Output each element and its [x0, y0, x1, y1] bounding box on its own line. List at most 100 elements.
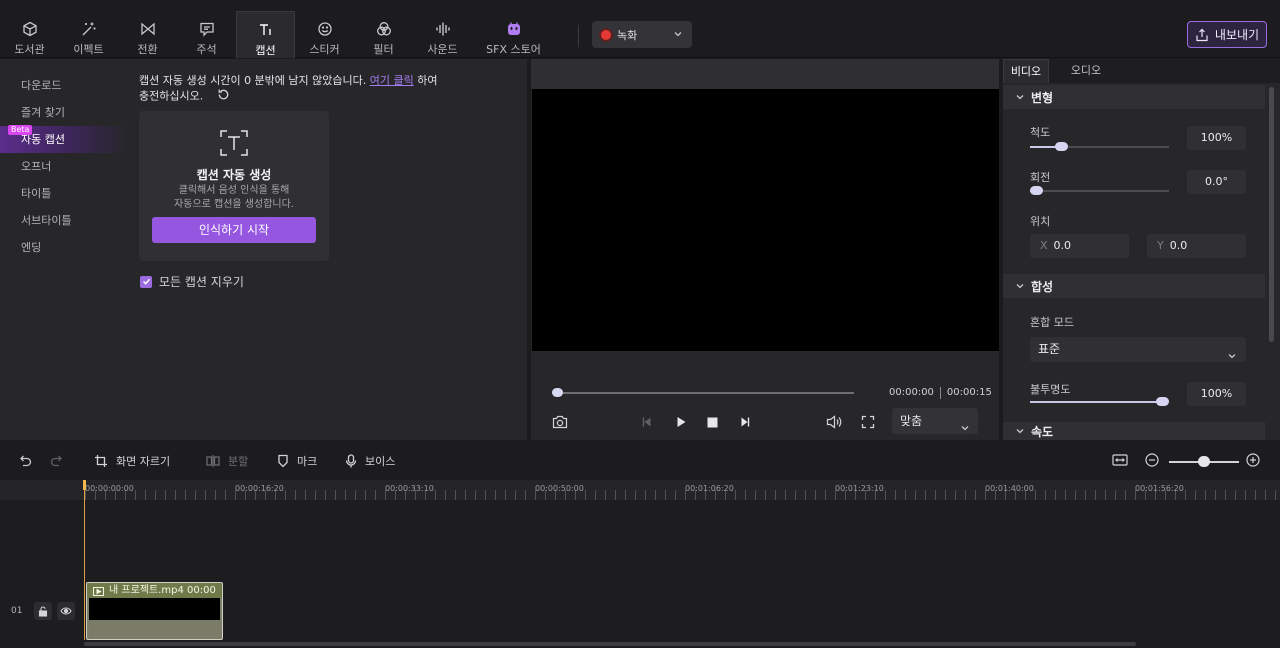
record-dropdown[interactable]: 녹화 — [592, 21, 692, 48]
export-button[interactable]: 내보내기 — [1187, 21, 1267, 48]
sidebar-item-endings[interactable]: 엔딩 — [0, 234, 128, 261]
scale-slider[interactable] — [1030, 142, 1169, 151]
fit-timeline-button[interactable] — [1112, 453, 1128, 467]
time-divider — [939, 387, 941, 399]
y-axis-label: Y — [1157, 239, 1164, 252]
card-description-line: 자동으로 캡션을 생성합니다. — [174, 199, 294, 210]
refresh-icon[interactable] — [217, 88, 230, 105]
caption-categories: 다운로드 즐겨 찾기 Beta 자동 캡션 오프너 타이틀 서브타이틀 엔딩 — [0, 72, 128, 261]
record-label: 녹화 — [617, 28, 638, 42]
tab-stickers[interactable]: 스티커 — [295, 11, 354, 58]
opacity-label: 불투명도 — [1030, 383, 1071, 396]
position-label: 위치 — [1030, 215, 1051, 228]
speed-section-header[interactable]: 속도 — [1003, 422, 1265, 440]
split-button[interactable]: 분할 — [206, 453, 248, 469]
position-x-field[interactable]: X 0.0 — [1030, 234, 1129, 258]
playhead[interactable] — [83, 480, 86, 640]
playback-scrubber[interactable] — [552, 388, 854, 397]
track-lock-button[interactable] — [34, 602, 52, 620]
main-tabs: 도서관 이펙트 전환 주석 캡션 스티커 필터 사운드 SFX 스토어 — [0, 11, 555, 58]
fullscreen-icon — [861, 415, 875, 429]
tab-effects[interactable]: 이펙트 — [59, 11, 118, 58]
redo-icon — [50, 455, 62, 467]
voiceover-button[interactable]: 보이스 — [345, 453, 395, 469]
scrubber-handle[interactable] — [552, 388, 563, 397]
lock-icon — [38, 605, 48, 617]
sidebar-item-openers[interactable]: 오프너 — [0, 153, 128, 180]
zoom-slider-handle[interactable] — [1198, 456, 1210, 467]
marker-label: 마크 — [297, 455, 318, 468]
redo-button[interactable] — [50, 453, 64, 467]
start-recognition-button[interactable]: 인식하기 시작 — [152, 217, 316, 243]
checkbox-checked — [140, 275, 152, 288]
crop-icon — [95, 455, 107, 467]
volume-button[interactable] — [824, 412, 844, 432]
properties-tabs: 비디오 오디오 — [1003, 59, 1280, 83]
rotate-value[interactable]: 0.0° — [1187, 170, 1246, 194]
fullscreen-button[interactable] — [858, 412, 878, 432]
tab-video[interactable]: 비디오 — [1003, 59, 1049, 83]
tab-audio[interactable]: 오디오 — [1063, 59, 1109, 83]
tab-label: SFX 스토어 — [486, 43, 541, 56]
next-frame-button[interactable] — [735, 412, 755, 432]
card-title: 캡션 자동 생성 — [196, 168, 272, 182]
zoom-fit-dropdown[interactable]: 맞춤 — [892, 408, 978, 434]
marker-button[interactable]: 마크 — [277, 453, 317, 469]
opacity-value[interactable]: 100% — [1187, 382, 1246, 406]
recharge-link[interactable]: 여기 클릭 — [370, 74, 414, 87]
opacity-slider[interactable] — [1030, 397, 1169, 406]
tab-sfx-store[interactable]: SFX 스토어 — [472, 11, 555, 58]
timeline-toolbar: 화면 자르기 분할 마크 보이스 — [0, 441, 1280, 480]
tab-filters[interactable]: 필터 — [354, 11, 413, 58]
composite-section-header[interactable]: 합성 — [1003, 274, 1265, 298]
tab-transitions[interactable]: 전환 — [118, 11, 177, 58]
undo-icon — [20, 455, 32, 467]
tab-sounds[interactable]: 사운드 — [413, 11, 472, 58]
blend-mode-value: 표준 — [1038, 342, 1061, 356]
transform-section-header[interactable]: 변형 — [1003, 85, 1265, 109]
scale-value[interactable]: 100% — [1187, 126, 1246, 150]
total-time: 00:00:15 — [946, 387, 992, 398]
timeline-scrollbar[interactable] — [84, 642, 1136, 646]
playhead-handle[interactable] — [83, 480, 86, 490]
play-button[interactable] — [671, 412, 691, 432]
stop-button[interactable] — [702, 412, 722, 432]
track-visibility-button[interactable] — [57, 602, 75, 620]
zoom-out-button[interactable] — [1145, 453, 1159, 467]
camera-icon — [552, 415, 568, 429]
sidebar-item-auto-captions[interactable]: Beta 자동 캡션 — [0, 125, 128, 153]
export-icon — [1196, 28, 1208, 41]
position-y-field[interactable]: Y 0.0 — [1147, 234, 1246, 258]
timeline-zoom-slider[interactable] — [1169, 456, 1239, 467]
clear-captions-checkbox[interactable]: 모든 캡션 지우기 — [140, 273, 244, 290]
snapshot-button[interactable] — [550, 412, 570, 432]
sidebar-item-favorites[interactable]: 즐겨 찾기 — [0, 99, 128, 126]
tab-annotations[interactable]: 주석 — [177, 11, 236, 58]
crop-button[interactable]: 화면 자르기 — [94, 453, 170, 469]
sidebar-item-downloads[interactable]: 다운로드 — [0, 72, 128, 99]
slider-handle[interactable] — [1156, 397, 1169, 406]
video-canvas[interactable] — [532, 89, 999, 351]
video-clip[interactable]: 내 프로젝트.mp4 00:00 — [86, 582, 223, 640]
current-time: 00:00:00 — [889, 387, 934, 398]
blend-mode-dropdown[interactable]: 표준 — [1030, 337, 1246, 362]
properties-scrollbar[interactable] — [1269, 87, 1274, 342]
sidebar-item-titles[interactable]: 타이틀 — [0, 180, 128, 207]
slider-handle[interactable] — [1030, 186, 1043, 195]
tab-library[interactable]: 도서관 — [0, 11, 59, 58]
tab-label: 스티커 — [309, 43, 340, 56]
tab-label: 캡션 — [255, 44, 276, 57]
magic-wand-icon — [80, 20, 98, 38]
undo-button[interactable] — [18, 453, 32, 467]
previous-frame-button[interactable] — [637, 412, 657, 432]
slider-handle[interactable] — [1055, 142, 1068, 151]
play-icon — [677, 417, 686, 427]
rotate-slider[interactable] — [1030, 186, 1169, 195]
zoom-in-button[interactable] — [1246, 453, 1260, 467]
fit-width-icon — [1112, 454, 1128, 466]
preview-header — [531, 59, 999, 89]
section-title: 속도 — [1031, 424, 1054, 439]
tab-captions[interactable]: 캡션 — [236, 11, 295, 58]
quota-notice: 캡션 자동 생성 시간이 0 분밖에 남지 않았습니다. 여기 클릭 하여 충전… — [139, 74, 459, 105]
sidebar-item-subtitles[interactable]: 서브타이틀 — [0, 207, 128, 234]
